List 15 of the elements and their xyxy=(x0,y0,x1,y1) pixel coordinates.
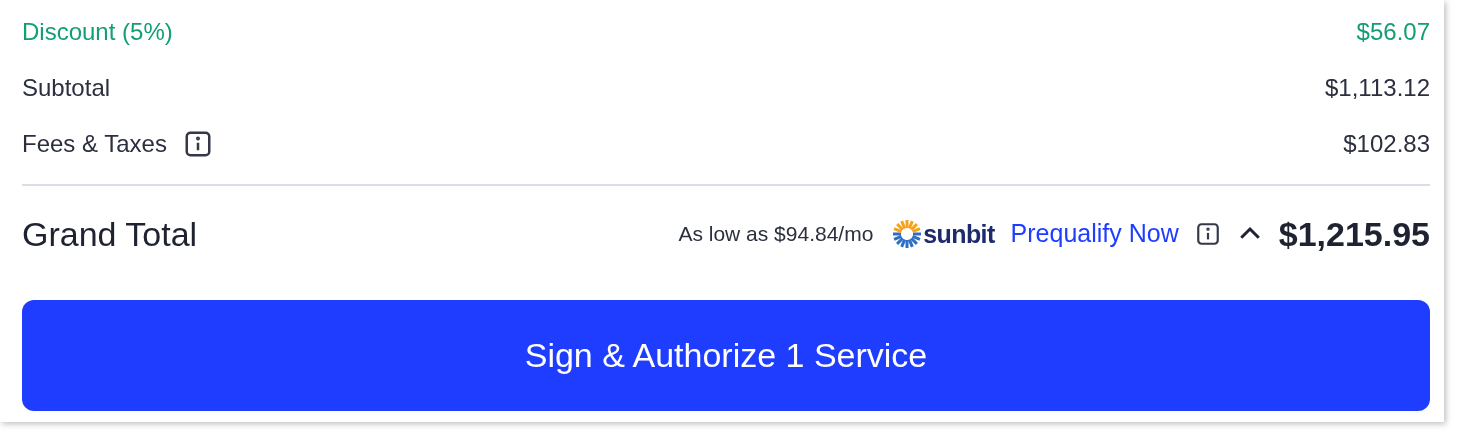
row-label: Subtotal xyxy=(22,73,111,103)
info-icon[interactable] xyxy=(1194,221,1221,247)
financing-text: As low as $94.84/mo xyxy=(678,221,874,248)
info-icon[interactable] xyxy=(182,129,213,159)
sunbit-logo: sunbit xyxy=(891,218,995,250)
grand-total-amount: $1,215.95 xyxy=(1278,213,1430,255)
row-value: $56.07 xyxy=(1356,17,1430,47)
grand-total-label: Grand Total xyxy=(22,213,198,255)
sunburst-icon xyxy=(891,218,924,250)
row-label: Discount (5%) xyxy=(22,17,173,47)
row-value: $1,113.12 xyxy=(1325,73,1430,103)
row-label: Fees & Taxes xyxy=(22,129,167,159)
prequalify-link[interactable]: Prequalify Now xyxy=(1010,215,1179,253)
sign-authorize-button[interactable]: Sign & Authorize 1 Service xyxy=(22,300,1430,411)
row-value: $102.83 xyxy=(1343,129,1430,159)
